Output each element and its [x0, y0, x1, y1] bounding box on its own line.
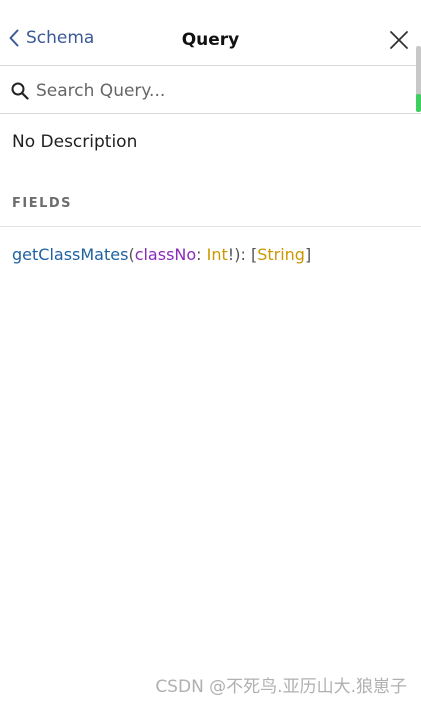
fields-section-title: FIELDS [12, 196, 73, 211]
close-button[interactable] [389, 30, 409, 50]
search-input[interactable] [36, 78, 376, 104]
search-bar [0, 66, 421, 114]
section-divider [0, 226, 421, 227]
close-paren: ): [234, 245, 251, 264]
field-getclassmates[interactable]: getClassMates(classNo: Int!): [String] [12, 245, 311, 264]
watermark: CSDN @不死鸟.亚历山大.狼崽子 [155, 677, 407, 697]
arg-name: classNo [134, 245, 197, 264]
close-icon [390, 31, 408, 49]
return-type[interactable]: String [257, 245, 305, 264]
arg-colon: : [196, 245, 207, 264]
list-close-bracket: ] [304, 245, 312, 264]
doc-explorer-panel: Schema Query No Description FIELDS getCl… [0, 0, 421, 702]
field-name[interactable]: getClassMates [12, 245, 128, 264]
page-title: Query [181, 30, 240, 50]
doc-explorer-header: Schema Query [0, 0, 421, 66]
search-icon [11, 82, 29, 100]
type-description: No Description [12, 132, 138, 152]
arg-type[interactable]: Int [207, 245, 228, 264]
